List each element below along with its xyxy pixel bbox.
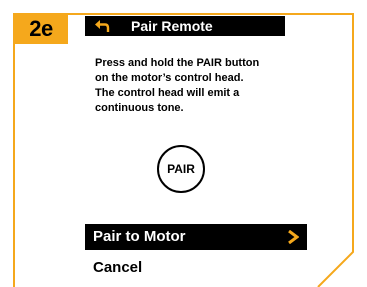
instruction-line: Press and hold the PAIR button — [95, 57, 260, 69]
page-title: Pair Remote — [131, 18, 213, 34]
step-badge: 2e — [14, 14, 68, 44]
pair-button-label: PAIR — [167, 162, 195, 176]
back-arrow-icon[interactable] — [93, 18, 111, 34]
pair-button-illustration: PAIR — [157, 145, 205, 193]
chevron-right-icon — [288, 230, 299, 244]
pair-to-motor-label: Pair to Motor — [93, 228, 186, 245]
cancel-button[interactable]: Cancel — [93, 258, 142, 278]
instruction-line: The control head will emit a — [95, 87, 240, 99]
instruction-text: Press and hold the PAIR button on the mo… — [95, 56, 295, 116]
title-bar: Pair Remote — [85, 16, 285, 36]
pair-to-motor-button[interactable]: Pair to Motor — [85, 224, 307, 250]
instruction-line: on the motor’s control head. — [95, 72, 244, 84]
instruction-line: continuous tone. — [95, 102, 184, 114]
